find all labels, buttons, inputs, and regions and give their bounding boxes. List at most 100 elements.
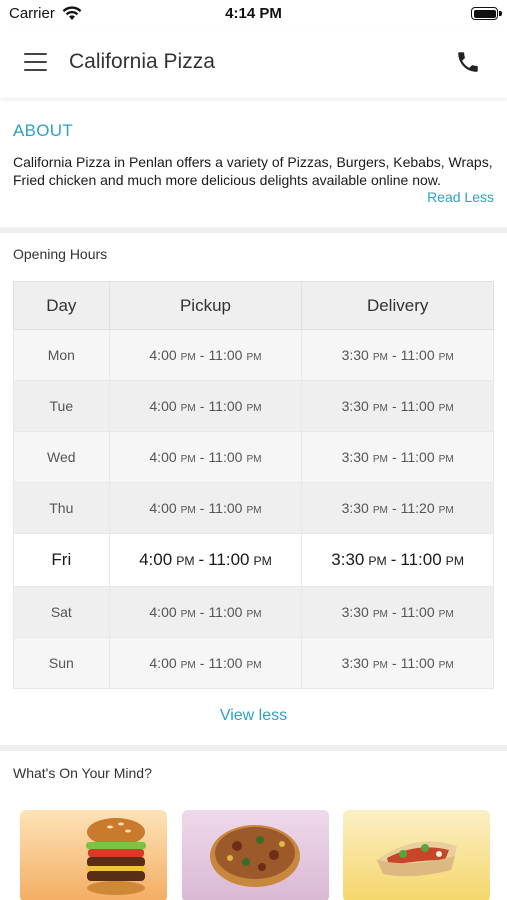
time-value: 4:00 (149, 398, 177, 414)
meridiem-label: PM (438, 505, 454, 516)
opening-hours-heading: Opening Hours (13, 246, 108, 262)
day-cell: Thu (13, 482, 110, 534)
time-value: 4:00 (149, 347, 177, 363)
opening-hours-table: Day Pickup Delivery Mon 4:00 PM -11:00 PM 3:3… (13, 281, 494, 689)
pickup-hours-cell: 4:00 PM -11:00 PM (108, 380, 303, 432)
time-separator: - (391, 449, 397, 465)
time-separator: - (391, 347, 397, 363)
day-cell: Tue (13, 380, 110, 432)
meridiem-label: PM (246, 660, 262, 671)
table-header-row: Day Pickup Delivery (13, 281, 494, 330)
time-value: 3:30 (341, 449, 369, 465)
meridiem-label: PM (246, 609, 262, 620)
table-row: Tue 4:00 PM -11:00 PM 3:30 PM -11:00 PM (13, 380, 494, 432)
meridiem-label: PM (180, 609, 196, 620)
day-cell: Mon (13, 329, 110, 381)
time-value: 11:00 (400, 655, 435, 671)
table-row: Sat 4:00 PM -11:00 PM 3:30 PM -11:00 PM (13, 586, 494, 638)
meridiem-label: PM (372, 352, 388, 363)
time-separator: - (390, 550, 397, 569)
battery-nub (499, 11, 502, 16)
table-row: Wed 4:00 PM -11:00 PM 3:30 PM -11:00 PM (13, 431, 494, 483)
meridiem-label: PM (253, 554, 272, 568)
meridiem-label: PM (180, 454, 196, 465)
phone-icon[interactable] (455, 49, 481, 75)
meridiem-label: PM (246, 505, 262, 516)
time-value: 11:00 (400, 604, 435, 620)
meridiem-label: PM (180, 660, 196, 671)
time-separator: - (199, 655, 205, 671)
time-value: 11:00 (400, 347, 435, 363)
delivery-hours-cell: 3:30 PM -11:00 PM (301, 586, 494, 638)
time-value: 4:00 (149, 655, 177, 671)
day-cell: Sat (13, 586, 110, 638)
day-cell: Sun (13, 637, 110, 689)
page-title: California Pizza (69, 50, 215, 73)
delivery-hours-cell: 3:30 PM -11:00 PM (301, 329, 494, 381)
time-value: 11:00 (400, 550, 442, 569)
delivery-hours-cell: 3:30 PM -11:20 PM (301, 482, 494, 534)
time-separator: - (391, 398, 397, 414)
column-header-delivery: Delivery (301, 281, 494, 330)
view-less-link[interactable]: View less (0, 707, 507, 725)
time-value: 11:00 (208, 655, 243, 671)
time-value: 11:00 (208, 347, 243, 363)
time-value: 3:30 (341, 655, 369, 671)
meridiem-label: PM (180, 352, 196, 363)
column-header-day: Day (13, 281, 110, 330)
time-value: 11:00 (208, 500, 243, 516)
category-card-pizza[interactable] (182, 810, 329, 900)
hamburger-menu-icon[interactable] (24, 53, 47, 71)
meridiem-label: PM (246, 352, 262, 363)
time-value: 3:30 (341, 500, 369, 516)
table-row: Thu 4:00 PM -11:00 PM 3:30 PM -11:20 PM (13, 482, 494, 534)
meridiem-label: PM (445, 554, 465, 568)
app-header: California Pizza (0, 28, 507, 98)
day-cell: Wed (13, 431, 110, 483)
status-time: 4:14 PM (225, 5, 282, 22)
wrap-icon (343, 810, 490, 900)
time-separator: - (391, 500, 397, 516)
time-value: 4:00 (139, 550, 173, 569)
table-row: Sun 4:00 PM -11:00 PM 3:30 PM -11:00 PM (13, 637, 494, 689)
time-value: 11:00 (400, 398, 435, 414)
time-value: 3:30 (341, 347, 369, 363)
pickup-hours-cell: 4:00 PM -11:00 PM (108, 586, 303, 638)
pickup-hours-cell: 4:00 PM -11:00 PM (108, 329, 303, 381)
meridiem-label: PM (438, 609, 454, 620)
meridiem-label: PM (246, 403, 262, 414)
meridiem-label: PM (180, 505, 196, 516)
time-value: 11:00 (208, 449, 243, 465)
time-value: 4:00 (149, 604, 177, 620)
meridiem-label: PM (176, 554, 195, 568)
category-card-wrap[interactable] (343, 810, 490, 900)
pizza-icon (182, 810, 329, 900)
time-value: 11:00 (208, 550, 250, 569)
pickup-hours-cell: 4:00 PM -11:00 PM (108, 637, 303, 689)
section-divider (0, 227, 507, 233)
time-separator: - (199, 500, 205, 516)
meridiem-label: PM (180, 403, 196, 414)
time-separator: - (391, 655, 397, 671)
delivery-hours-cell: 3:30 PM -11:00 PM (301, 431, 494, 483)
time-separator: - (391, 604, 397, 620)
meridiem-label: PM (372, 609, 388, 620)
meridiem-label: PM (372, 454, 388, 465)
time-separator: - (199, 604, 205, 620)
time-separator: - (198, 550, 205, 569)
time-value: 11:20 (400, 500, 435, 516)
read-less-link[interactable]: Read Less (427, 189, 494, 205)
time-value: 3:30 (341, 604, 369, 620)
meridiem-label: PM (438, 660, 454, 671)
battery-icon (471, 7, 498, 20)
table-row: Fri 4:00 PM -11:00 PM 3:30 PM -11:00 PM (13, 533, 494, 587)
time-value: 3:30 (341, 398, 369, 414)
meridiem-label: PM (372, 505, 388, 516)
pickup-hours-cell: 4:00 PM -11:00 PM (108, 533, 303, 587)
whats-on-your-mind-heading: What's On Your Mind? (13, 765, 152, 781)
pickup-hours-cell: 4:00 PM -11:00 PM (108, 431, 303, 483)
category-card-burger[interactable] (20, 810, 167, 900)
burger-icon (20, 810, 167, 900)
time-separator: - (199, 449, 205, 465)
meridiem-label: PM (246, 454, 262, 465)
